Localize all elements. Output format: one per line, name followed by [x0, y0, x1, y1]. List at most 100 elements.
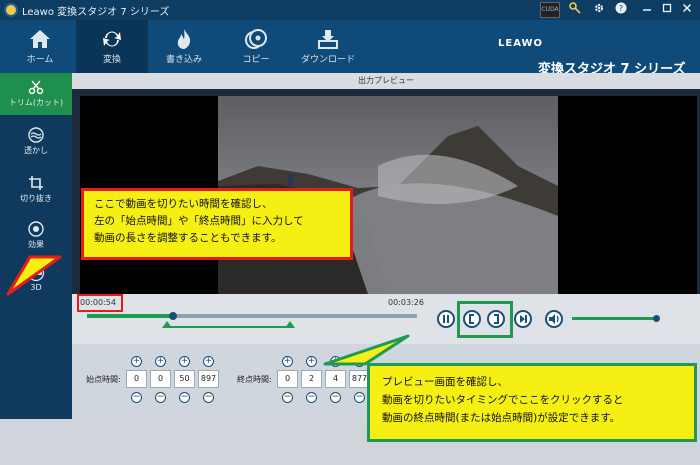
nav-burn[interactable]: 書き込み — [148, 20, 220, 73]
nav-download-label: ダウンロード — [300, 55, 355, 65]
callout-green-line: 動画の終点時間(または始点時間)が設定できます。 — [382, 412, 621, 424]
end-hours-stepper: + 0 − — [277, 356, 299, 404]
preview-header: 出力プレビュー — [72, 73, 700, 89]
start-ms-minus[interactable]: − — [203, 392, 214, 403]
end-hours-plus[interactable]: + — [282, 356, 293, 367]
end-seconds-minus[interactable]: − — [330, 392, 341, 403]
pause-button[interactable] — [437, 310, 455, 328]
convert-icon — [103, 31, 121, 47]
seek-played — [87, 314, 173, 318]
trim-start-handle[interactable] — [162, 321, 172, 328]
pause-icon — [443, 315, 449, 323]
start-minutes-plus[interactable]: + — [155, 356, 166, 367]
callout-green-line: プレビュー画面を確認し、 — [382, 376, 508, 388]
callout-time-input-hint: ここで動画を切りたい時間を確認し、 左の「始点時間」や「終点時間」に入力して 動… — [81, 188, 353, 260]
main-nav: ホーム 変換 書き込み コピー ダウンロード LEAWO 変換スタジオ 7 シリ… — [0, 20, 700, 77]
app-logo-icon — [4, 3, 18, 17]
svg-text:?: ? — [619, 4, 623, 13]
start-hours-stepper: + 0 − — [126, 356, 148, 404]
callout-red-line: 動画の長さを調整することもできます。 — [94, 232, 282, 244]
start-ms-field[interactable]: 897 — [198, 370, 219, 388]
end-ms-minus[interactable]: − — [354, 392, 365, 403]
brand-logo: LEAWO 変換スタジオ 7 シリーズ — [498, 38, 698, 77]
end-hours-minus[interactable]: − — [282, 392, 293, 403]
nav-copy-label: コピー — [242, 55, 270, 65]
help-icon[interactable]: ? — [614, 2, 628, 18]
end-time-label: 終点時間: — [237, 375, 272, 384]
end-minutes-minus[interactable]: − — [306, 392, 317, 403]
set-point-buttons-highlight — [457, 301, 513, 338]
nav-copy[interactable]: コピー — [220, 20, 292, 73]
nav-home[interactable]: ホーム — [4, 20, 76, 73]
title-bar: Leawo 変換スタジオ 7 シリーズ CUDA ? — [0, 0, 700, 20]
burn-icon — [177, 29, 191, 49]
end-minutes-plus[interactable]: + — [306, 356, 317, 367]
window-title: Leawo 変換スタジオ 7 シリーズ — [22, 7, 170, 18]
volume-button[interactable] — [545, 310, 563, 328]
close-icon[interactable] — [680, 2, 694, 18]
watermark-icon — [28, 127, 44, 143]
download-icon — [318, 30, 338, 49]
start-seconds-field[interactable]: 50 — [174, 370, 195, 388]
effect-icon — [28, 221, 44, 237]
end-minutes-stepper: + 2 − — [301, 356, 323, 404]
end-seconds-field[interactable]: 4 — [325, 370, 346, 388]
sidebar-item-crop[interactable]: 切り抜き — [0, 169, 72, 211]
volume-slider[interactable] — [572, 317, 658, 320]
start-minutes-field[interactable]: 0 — [150, 370, 171, 388]
callout-red-line: ここで動画を切りたい時間を確認し、 — [94, 198, 273, 210]
end-seconds-stepper: + 4 − — [325, 356, 347, 404]
seek-playhead[interactable] — [169, 312, 177, 320]
brand-leawo: LEAWO — [498, 38, 544, 49]
sidebar-item-trim[interactable]: トリム(カット) — [0, 73, 72, 115]
volume-knob[interactable] — [653, 315, 660, 322]
end-ms-plus[interactable]: + — [354, 356, 365, 367]
next-frame-button[interactable] — [514, 310, 532, 328]
start-hours-minus[interactable]: − — [131, 392, 142, 403]
nav-download[interactable]: ダウンロード — [292, 20, 364, 73]
sidebar-item-watermark[interactable]: 透かし — [0, 121, 72, 163]
start-ms-plus[interactable]: + — [203, 356, 214, 367]
sidebar-item-3d-label: 3D — [30, 283, 42, 292]
end-minutes-field[interactable]: 2 — [301, 370, 322, 388]
sidebar-item-crop-label: 切り抜き — [20, 194, 52, 203]
nav-home-label: ホーム — [26, 55, 54, 65]
start-minutes-minus[interactable]: − — [155, 392, 166, 403]
next-frame-icon — [520, 315, 527, 323]
sidebar-item-trim-label: トリム(カット) — [8, 98, 64, 107]
nav-convert[interactable]: 変換 — [76, 20, 148, 73]
trim-end-handle[interactable] — [285, 321, 295, 328]
start-hours-field[interactable]: 0 — [126, 370, 147, 388]
sidebar-item-watermark-label: 透かし — [24, 146, 48, 155]
crop-icon — [29, 176, 43, 190]
current-time-highlight — [77, 294, 123, 312]
end-hours-field[interactable]: 0 — [277, 370, 298, 388]
copy-icon — [245, 29, 267, 49]
sidebar-item-3d[interactable]: 3D — [0, 259, 72, 301]
nav-convert-label: 変換 — [102, 55, 121, 65]
start-seconds-stepper: + 50 − — [174, 356, 196, 404]
sidebar-item-effect[interactable]: 効果 — [0, 215, 72, 257]
trim-range-bar — [166, 326, 292, 328]
nav-burn-label: 書き込み — [165, 55, 202, 65]
end-time: 00:03:26 — [388, 298, 424, 307]
3d-glasses-icon — [27, 265, 45, 281]
home-icon — [30, 30, 50, 48]
end-seconds-plus[interactable]: + — [330, 356, 341, 367]
maximize-icon[interactable] — [660, 2, 674, 18]
minimize-icon[interactable] — [640, 2, 654, 18]
start-ms-stepper: + 897 − — [198, 356, 220, 404]
callout-set-point-hint: プレビュー画面を確認し、 動画を切りたいタイミングでここをクリックすると 動画の… — [367, 363, 697, 442]
start-time-label: 始点時間: — [86, 375, 121, 384]
start-seconds-plus[interactable]: + — [179, 356, 190, 367]
settings-gear-icon[interactable] — [592, 2, 606, 18]
key-icon[interactable] — [568, 2, 582, 18]
start-seconds-minus[interactable]: − — [179, 392, 190, 403]
scissors-icon — [28, 80, 44, 95]
volume-icon — [549, 314, 559, 324]
start-hours-plus[interactable]: + — [131, 356, 142, 367]
cuda-badge: CUDA — [540, 2, 560, 18]
start-minutes-stepper: + 0 − — [150, 356, 172, 404]
sidebar-item-effect-label: 効果 — [28, 240, 44, 249]
callout-green-line: 動画を切りたいタイミングでここをクリックすると — [382, 394, 624, 406]
